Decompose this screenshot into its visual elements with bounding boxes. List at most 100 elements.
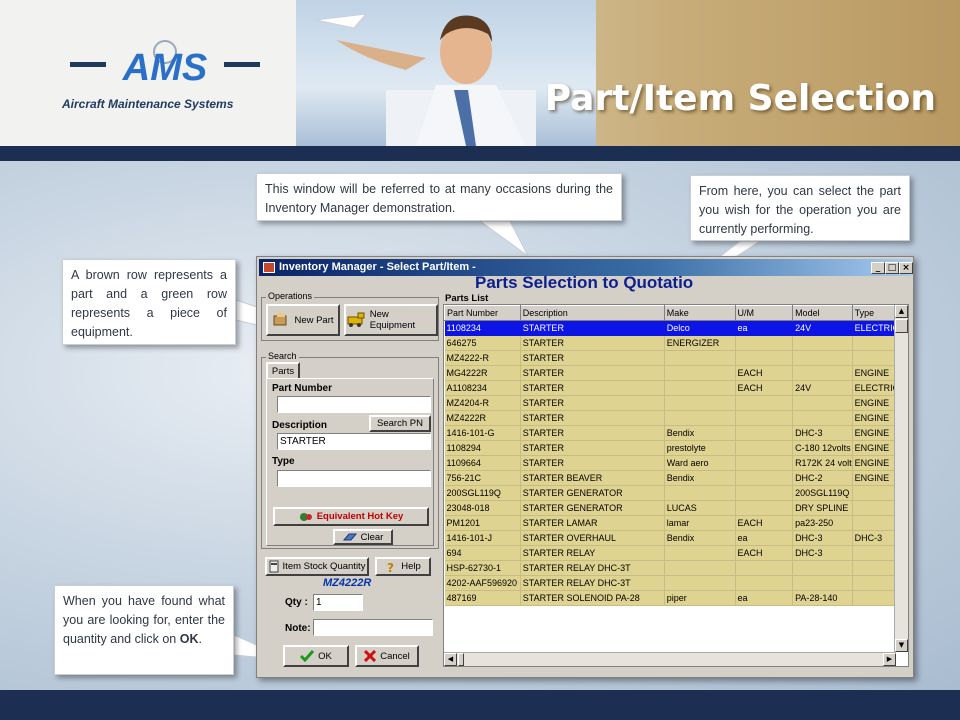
table-row[interactable]: 487169 STARTER SOLENOID PA-28 piper ea PA-28… [444,590,908,606]
table-row[interactable]: HSP-62730-1 STARTER RELAY DHC-3T [444,560,908,576]
horizontal-scrollbar[interactable]: ◀ ▶ [444,652,896,666]
svg-text:?: ? [387,561,394,574]
table-cell [664,410,736,426]
table-cell: ea [735,590,794,606]
table-cell [735,470,794,486]
table-cell [735,575,794,591]
table-cell [664,485,736,501]
table-cell: 200SGL119Q [792,485,853,501]
table-cell: STARTER [520,350,665,366]
table-cell: prestolyte [664,440,736,456]
table-cell: 1108294 [444,440,521,456]
table-cell [735,500,794,516]
table-cell: STARTER [520,455,665,471]
tab-parts[interactable]: Parts [266,362,300,378]
scroll-down-icon[interactable]: ▼ [895,639,908,652]
table-cell: DHC-3 [792,425,853,441]
table-cell: STARTER [520,410,665,426]
table-row[interactable]: A1108234 STARTER EACH 24V ELECTRIC [444,380,908,396]
column-header[interactable]: Part Number [444,305,521,321]
table-row[interactable]: 1108294 STARTER prestolyte C-180 12volts ENG… [444,440,908,456]
table-row[interactable]: MZ4204-R STARTER ENGINE [444,395,908,411]
table-cell: MZ4222-R [444,350,521,366]
table-cell [735,395,794,411]
quantity-field[interactable]: 1 [313,594,363,611]
part-number-field[interactable] [277,396,431,413]
note-field[interactable] [313,619,433,636]
table-cell: EACH [735,380,794,396]
table-row-selected[interactable]: 1108234 STARTER Delco ea 24V ELECTRIC [444,320,908,336]
column-header[interactable]: Description [519,305,665,321]
help-label: Help [401,561,421,572]
table-cell [664,395,736,411]
minimize-button[interactable]: _ [871,262,885,274]
scroll-right-icon[interactable]: ▶ [883,653,896,666]
help-button[interactable]: ? Help [375,557,431,576]
table-row[interactable]: MZ4222R STARTER ENGINE [444,410,908,426]
new-part-button[interactable]: New Part [266,304,340,336]
scroll-up-icon[interactable]: ▲ [895,305,908,318]
description-field[interactable]: STARTER [277,433,431,450]
table-cell: HSP-62730-1 [444,560,521,576]
table-header-row: Part Number Description Make U/M Model Type [444,305,908,321]
table-cell: STARTER BEAVER [520,470,665,486]
item-stock-quantity-button[interactable]: Item Stock Quantity [265,557,369,576]
cancel-button[interactable]: Cancel [355,645,419,667]
column-header[interactable]: Model [792,305,853,321]
table-cell: STARTER OVERHAUL [520,530,665,546]
type-label: Type [272,456,295,467]
table-cell: PM1201 [444,515,521,531]
table-cell: 1109664 [444,455,521,471]
table-cell: MG4222R [444,365,521,381]
table-row[interactable]: 1416-101-J STARTER OVERHAUL Bendix ea DHC-3 D… [444,530,908,546]
table-row[interactable]: 23048-018 STARTER GENERATOR LUCAS DRY SPLIN… [444,500,908,516]
scroll-left-icon[interactable]: ◀ [444,653,457,666]
table-row[interactable]: 4202-AAF596920 STARTER RELAY DHC-3T [444,575,908,591]
table-cell: PA-28-140 [792,590,853,606]
scroll-thumb[interactable] [895,319,908,333]
search-label: Search [266,351,299,361]
column-header[interactable]: U/M [734,305,794,321]
table-cell: DHC-3 [792,530,853,546]
vertical-scrollbar[interactable]: ▲ ▼ [894,305,908,652]
table-row[interactable]: 1109664 STARTER Ward aero R172K 24 volt ENGI… [444,455,908,471]
table-row[interactable]: MG4222R STARTER EACH ENGINE [444,365,908,381]
table-row[interactable]: 646275 STARTER ENERGIZER [444,335,908,351]
table-cell [735,425,794,441]
part-number-label: Part Number [272,383,333,394]
clear-button[interactable]: Clear [333,529,393,545]
search-group: Search Parts Part Number Description Sea… [261,351,439,549]
table-cell: STARTER [520,440,665,456]
table-row[interactable]: 694 STARTER RELAY EACH DHC-3 [444,545,908,561]
help-icon: ? [387,561,394,574]
table-row[interactable]: MZ4222-R STARTER [444,350,908,366]
table-row[interactable]: PM1201 STARTER LAMAR lamar EACH pa23-250 [444,515,908,531]
table-cell: A1108234 [444,380,521,396]
search-pn-button[interactable]: Search PN [369,415,431,432]
column-header[interactable]: Make [663,305,736,321]
ok-label: OK [318,650,332,662]
table-cell: MZ4204-R [444,395,521,411]
table-row[interactable]: 200SGL119Q STARTER GENERATOR 200SGL119Q [444,485,908,501]
selected-item-code: MZ4222R [323,577,372,589]
ok-button[interactable]: OK [283,645,349,667]
table-cell: pa23-250 [792,515,853,531]
hscroll-thumb[interactable] [458,653,464,666]
maximize-button[interactable]: □ [885,262,899,274]
table-row[interactable]: 1416-101-G STARTER Bendix DHC-3 ENGINE [444,425,908,441]
table-cell: 24V [792,380,853,396]
table-row[interactable]: 756-21C STARTER BEAVER Bendix DHC-2 ENGINE [444,470,908,486]
app-icon [263,262,275,273]
table-cell: 1416-101-J [444,530,521,546]
table-cell [664,380,736,396]
callout-quantity-note: When you have found what you are looking… [54,585,234,675]
table-cell [792,575,853,591]
table-cell: STARTER RELAY DHC-3T [520,560,665,576]
table-cell [735,485,794,501]
table-cell [735,560,794,576]
qty-label: Qty : [285,597,308,608]
new-equipment-button[interactable]: New Equipment [344,304,438,336]
equivalent-hotkey-button[interactable]: Equivalent Hot Key [273,507,429,526]
close-button[interactable]: × [899,262,913,274]
type-field[interactable] [277,470,431,487]
